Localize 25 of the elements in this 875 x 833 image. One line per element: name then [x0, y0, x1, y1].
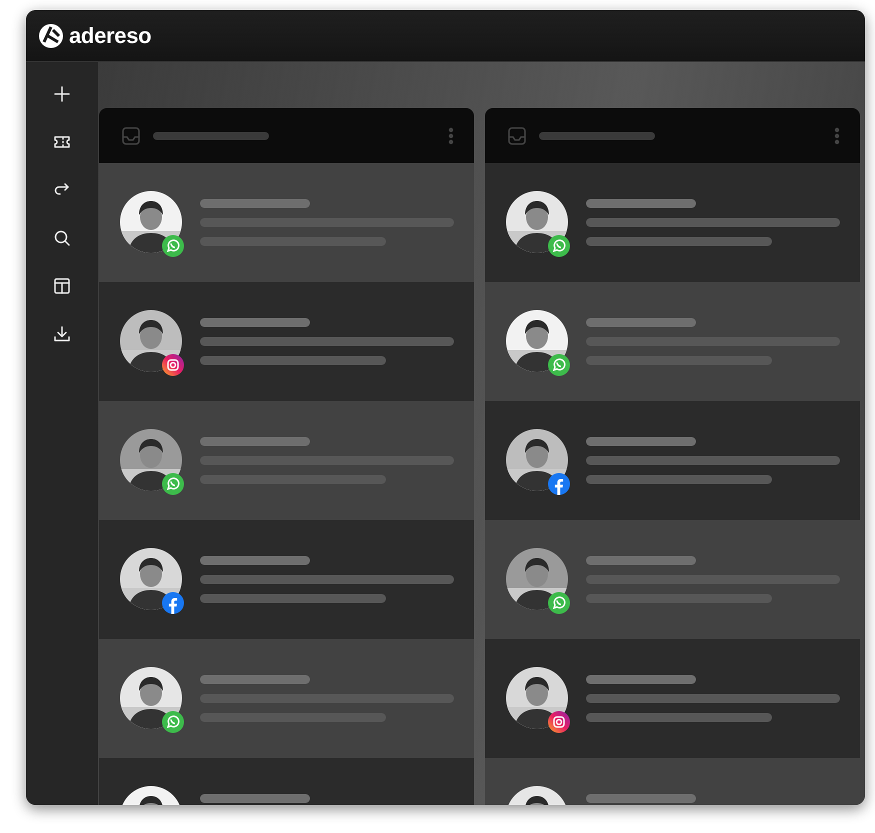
chat-bubble-icon — [548, 592, 570, 614]
conversation-row[interactable] — [485, 282, 860, 401]
inbox-icon — [121, 126, 141, 146]
conversation-row[interactable] — [485, 163, 860, 282]
facebook-icon — [162, 592, 184, 614]
inbox-icon — [507, 126, 527, 146]
facebook-icon — [548, 473, 570, 495]
chat-bubble-icon — [548, 235, 570, 257]
conversation-row[interactable] — [485, 401, 860, 520]
plus-icon[interactable] — [52, 84, 72, 104]
camera-icon — [162, 354, 184, 376]
chat-bubble-icon — [162, 711, 184, 733]
chat-bubble-icon — [162, 473, 184, 495]
search-icon[interactable] — [52, 228, 72, 248]
logo-icon — [39, 24, 63, 48]
conversation-row[interactable] — [99, 282, 474, 401]
layout-icon[interactable] — [52, 276, 72, 296]
camera-icon — [548, 711, 570, 733]
conversation-row[interactable] — [485, 639, 860, 758]
chat-bubble-icon — [548, 354, 570, 376]
conversation-row[interactable] — [99, 163, 474, 282]
conversation-row[interactable] — [99, 520, 474, 639]
chat-bubble-icon — [162, 235, 184, 257]
download-icon[interactable] — [52, 324, 72, 344]
logo-text: adereso — [69, 22, 152, 48]
